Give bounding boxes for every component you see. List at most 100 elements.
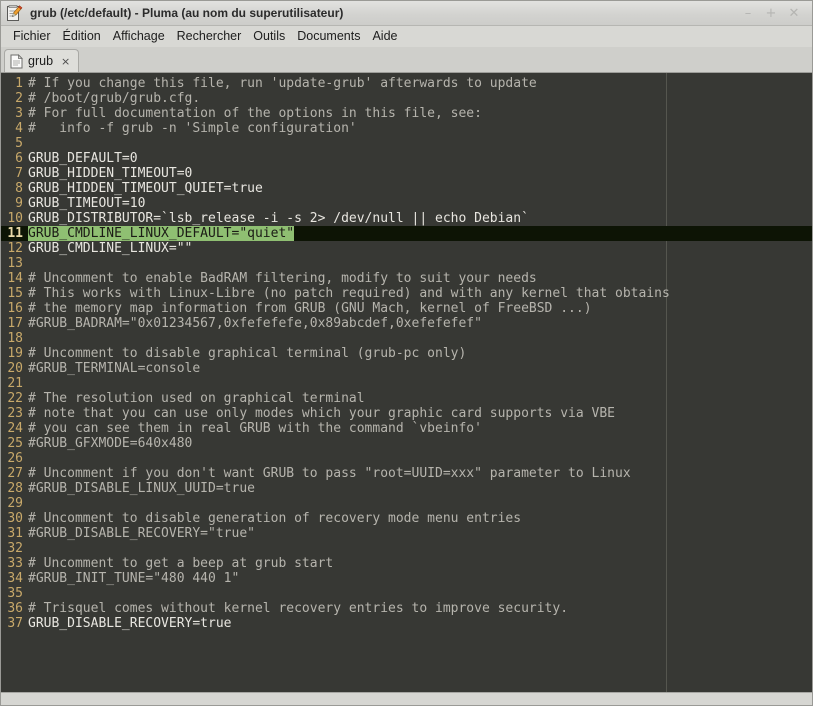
line-text: # you can see them in real GRUB with the… <box>28 421 482 436</box>
line-text: # If you change this file, run 'update-g… <box>28 76 537 91</box>
line-number: 36 <box>7 601 23 616</box>
line-text: #GRUB_INIT_TUNE="480 440 1" <box>28 571 240 586</box>
line-number: 16 <box>7 301 23 316</box>
menu-item-documents[interactable]: Documents <box>291 28 366 46</box>
line-number: 8 <box>15 181 23 196</box>
code-line[interactable]: 5 <box>1 136 812 151</box>
code-line[interactable]: 13 <box>1 256 812 271</box>
code-line[interactable]: 15 # This works with Linux-Libre (no patc… <box>1 286 812 301</box>
menu-item-fichier[interactable]: Fichier <box>7 28 57 46</box>
line-number: 13 <box>7 256 23 271</box>
line-number: 23 <box>7 406 23 421</box>
code-line[interactable]: 10 GRUB_DISTRIBUTOR=`lsb_release -i -s 2>… <box>1 211 812 226</box>
line-number: 1 <box>15 76 23 91</box>
code-line[interactable]: 11 GRUB_CMDLINE_LINUX_DEFAULT="quiet" <box>1 226 812 241</box>
tab-grub[interactable]: grub × <box>4 49 80 72</box>
code-line[interactable]: 12 GRUB_CMDLINE_LINUX="" <box>1 241 812 256</box>
line-text: GRUB_CMDLINE_LINUX_DEFAULT="quiet" <box>23 226 295 241</box>
code-line[interactable]: 6 GRUB_DEFAULT=0 <box>1 151 812 166</box>
code-line[interactable]: 8 GRUB_HIDDEN_TIMEOUT_QUIET=true <box>1 181 812 196</box>
menu-item-edition[interactable]: Édition <box>57 28 107 46</box>
text-editor-area[interactable]: 1 # If you change this file, run 'update-… <box>1 72 812 692</box>
line-text <box>23 586 28 601</box>
code-line[interactable]: 3 # For full documentation of the options… <box>1 106 812 121</box>
code-line[interactable]: 28 #GRUB_DISABLE_LINUX_UUID=true <box>1 481 812 496</box>
line-text: # /boot/grub/grub.cfg. <box>28 91 201 106</box>
line-text: #GRUB_GFXMODE=640x480 <box>28 436 193 451</box>
menu-item-aide[interactable]: Aide <box>366 28 403 46</box>
line-number: 37 <box>7 616 23 631</box>
menu-item-affichage[interactable]: Affichage <box>107 28 171 46</box>
code-line[interactable]: 34 #GRUB_INIT_TUNE="480 440 1" <box>1 571 812 586</box>
line-text: GRUB_DISABLE_RECOVERY=true <box>28 616 232 631</box>
code-line[interactable]: 25 #GRUB_GFXMODE=640x480 <box>1 436 812 451</box>
code-line[interactable]: 35 <box>1 586 812 601</box>
code-line[interactable]: 4 # info -f grub -n 'Simple configuration… <box>1 121 812 136</box>
code-line[interactable]: 31 #GRUB_DISABLE_RECOVERY="true" <box>1 526 812 541</box>
code-line[interactable]: 18 <box>1 331 812 346</box>
code-line[interactable]: 16 # the memory map information from GRUB… <box>1 301 812 316</box>
code-content[interactable]: 1 # If you change this file, run 'update-… <box>1 73 812 631</box>
code-line[interactable]: 24 # you can see them in real GRUB with t… <box>1 421 812 436</box>
menu-item-rechercher[interactable]: Rechercher <box>171 28 248 46</box>
tab-bar: grub × <box>1 47 812 72</box>
line-text: #GRUB_BADRAM="0x01234567,0xfefefefe,0x89… <box>28 316 482 331</box>
code-line[interactable]: 36 # Trisquel comes without kernel recove… <box>1 601 812 616</box>
line-number: 32 <box>7 541 23 556</box>
code-line[interactable]: 27 # Uncomment if you don't want GRUB to … <box>1 466 812 481</box>
line-text: # For full documentation of the options … <box>28 106 482 121</box>
line-text <box>23 256 28 271</box>
maximize-button[interactable]: + <box>760 4 782 23</box>
code-line[interactable]: 17 #GRUB_BADRAM="0x01234567,0xfefefefe,0x… <box>1 316 812 331</box>
close-icon[interactable]: × <box>60 56 71 67</box>
line-text: # info -f grub -n 'Simple configuration' <box>28 121 357 136</box>
line-number: 24 <box>7 421 23 436</box>
line-number: 21 <box>7 376 23 391</box>
line-number: 14 <box>7 271 23 286</box>
tab-label: grub <box>28 54 54 68</box>
code-line[interactable]: 9 GRUB_TIMEOUT=10 <box>1 196 812 211</box>
pluma-notepad-pencil-icon <box>6 4 23 22</box>
line-text <box>23 331 28 346</box>
line-number: 30 <box>7 511 23 526</box>
line-number: 10 <box>7 211 23 226</box>
code-line[interactable]: 19 # Uncomment to disable graphical termi… <box>1 346 812 361</box>
line-text: GRUB_TIMEOUT=10 <box>28 196 146 211</box>
line-text: # The resolution used on graphical termi… <box>28 391 365 406</box>
line-text: # This works with Linux-Libre (no patch … <box>28 286 670 301</box>
minimize-button[interactable]: – <box>737 4 759 23</box>
line-text <box>23 136 28 151</box>
code-line[interactable]: 14 # Uncomment to enable BadRAM filtering… <box>1 271 812 286</box>
code-line[interactable]: 32 <box>1 541 812 556</box>
line-number: 34 <box>7 571 23 586</box>
code-line[interactable]: 21 <box>1 376 812 391</box>
line-text: GRUB_DEFAULT=0 <box>28 151 138 166</box>
line-number: 33 <box>7 556 23 571</box>
menu-item-outils[interactable]: Outils <box>247 28 291 46</box>
line-number: 7 <box>15 166 23 181</box>
code-line[interactable]: 26 <box>1 451 812 466</box>
selected-text: GRUB_CMDLINE_LINUX_DEFAULT="quiet" <box>28 226 295 241</box>
status-bar <box>1 692 812 705</box>
code-line[interactable]: 2 # /boot/grub/grub.cfg. <box>1 91 812 106</box>
code-line[interactable]: 30 # Uncomment to disable generation of r… <box>1 511 812 526</box>
code-line[interactable]: 29 <box>1 496 812 511</box>
close-button[interactable]: ✕ <box>783 4 805 23</box>
menu-bar: Fichier Édition Affichage Rechercher Out… <box>1 26 812 47</box>
code-line[interactable]: 22 # The resolution used on graphical ter… <box>1 391 812 406</box>
code-line[interactable]: 20 #GRUB_TERMINAL=console <box>1 361 812 376</box>
code-line[interactable]: 1 # If you change this file, run 'update-… <box>1 76 812 91</box>
code-line[interactable]: 7 GRUB_HIDDEN_TIMEOUT=0 <box>1 166 812 181</box>
line-text: #GRUB_DISABLE_LINUX_UUID=true <box>28 481 255 496</box>
line-number: 28 <box>7 481 23 496</box>
line-number: 2 <box>15 91 23 106</box>
line-text <box>23 496 28 511</box>
code-line[interactable]: 33 # Uncomment to get a beep at grub star… <box>1 556 812 571</box>
code-line[interactable]: 37 GRUB_DISABLE_RECOVERY=true <box>1 616 812 631</box>
line-text: #GRUB_DISABLE_RECOVERY="true" <box>28 526 255 541</box>
line-number: 22 <box>7 391 23 406</box>
line-text: # Uncomment to disable generation of rec… <box>28 511 522 526</box>
line-number: 25 <box>7 436 23 451</box>
line-number: 11 <box>7 226 23 241</box>
code-line[interactable]: 23 # note that you can use only modes whi… <box>1 406 812 421</box>
